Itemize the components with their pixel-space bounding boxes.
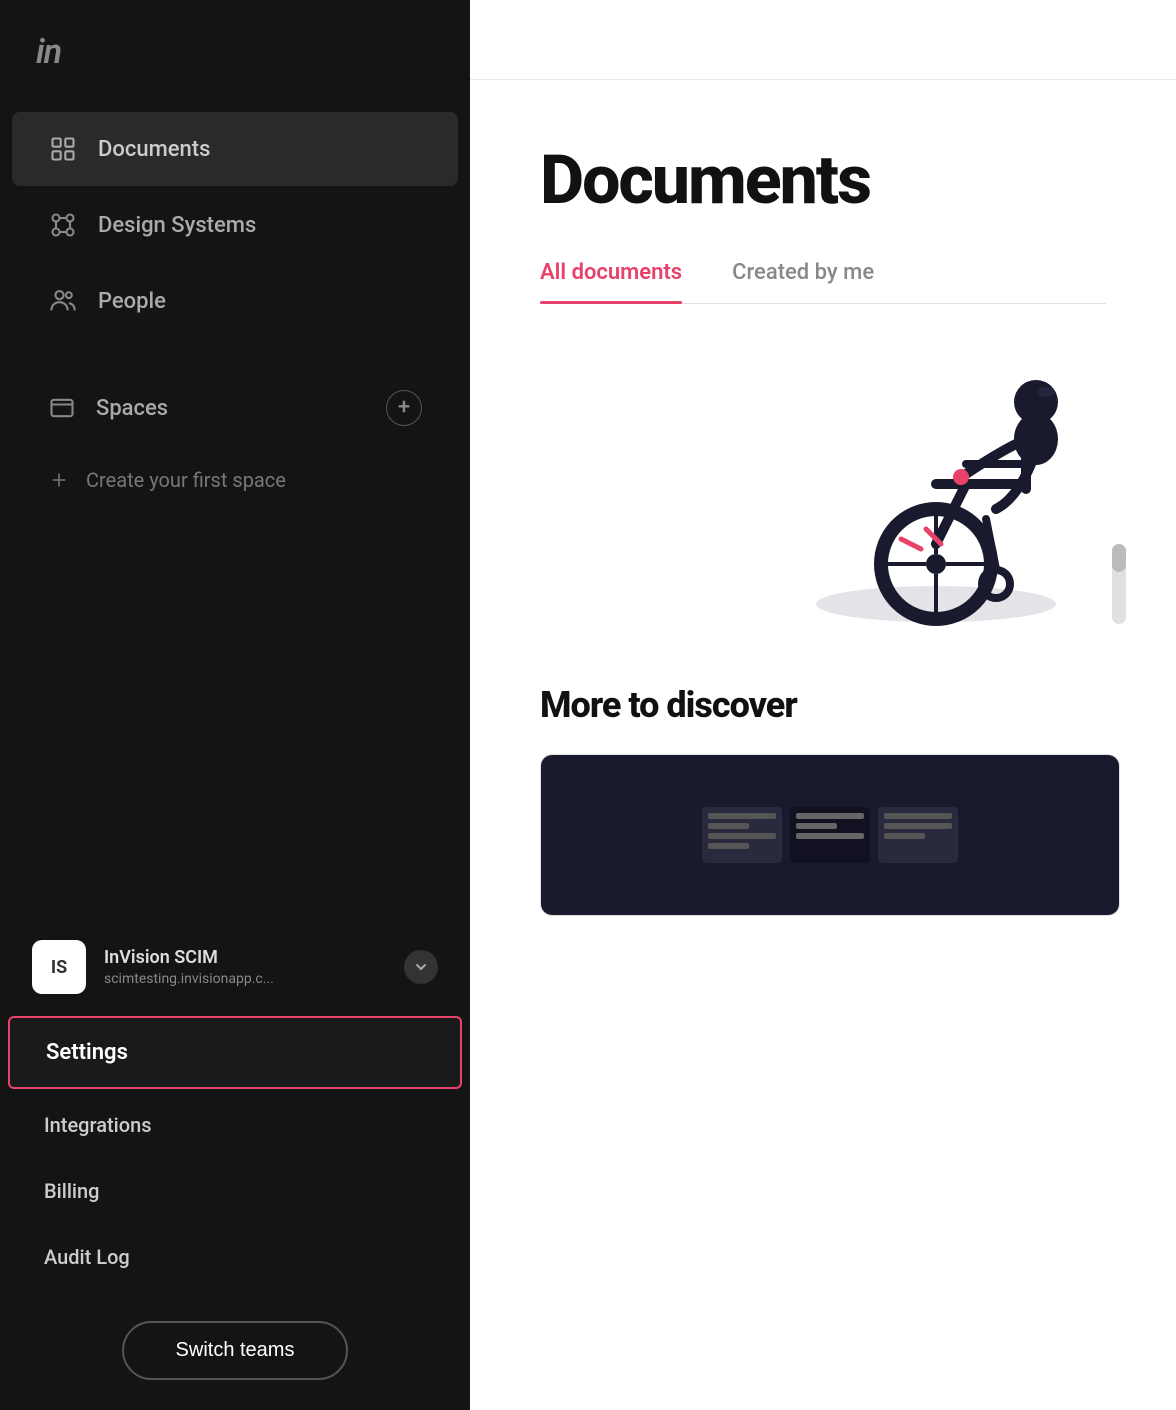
- main-content: Documents All documents Created by me: [470, 0, 1176, 1410]
- team-name: InVision SCIM: [104, 947, 386, 968]
- screen-mock-2: [790, 807, 870, 863]
- settings-menu-item[interactable]: Settings: [8, 1016, 462, 1089]
- spaces-header-left: Spaces: [48, 394, 168, 422]
- empty-state-illustration: [736, 344, 1136, 644]
- sidebar-item-documents-label: Documents: [98, 137, 210, 162]
- team-avatar: IS: [32, 940, 86, 994]
- team-url: scimtesting.invisionapp.c...: [104, 971, 386, 987]
- add-space-button[interactable]: +: [386, 390, 422, 426]
- integrations-label: Integrations: [44, 1113, 152, 1137]
- sidebar-item-documents[interactable]: Documents: [12, 112, 458, 186]
- invision-logo: in: [36, 32, 61, 72]
- audit-log-label: Audit Log: [44, 1245, 130, 1269]
- create-space-item[interactable]: Create your first space: [12, 450, 458, 510]
- main-body: Documents All documents Created by me: [470, 80, 1176, 956]
- tabs: All documents Created by me: [540, 260, 1106, 304]
- sidebar: in Documents: [0, 0, 470, 1410]
- illustration-area: [540, 344, 1136, 644]
- discover-card[interactable]: [540, 754, 1120, 916]
- documents-icon: [48, 134, 78, 164]
- create-space-label: Create your first space: [86, 468, 286, 492]
- sidebar-navigation: Documents Design Systems: [0, 100, 470, 922]
- logo-area: in: [0, 0, 470, 100]
- screen-mock-3: [878, 807, 958, 863]
- tab-created-by-me[interactable]: Created by me: [732, 260, 874, 303]
- sidebar-item-design-systems-label: Design Systems: [98, 213, 256, 238]
- spaces-header[interactable]: Spaces +: [12, 368, 458, 448]
- sidebar-item-people[interactable]: People: [12, 264, 458, 338]
- integrations-menu-item[interactable]: Integrations: [8, 1093, 462, 1157]
- page-title: Documents: [540, 140, 1106, 220]
- billing-menu-item[interactable]: Billing: [8, 1159, 462, 1223]
- sidebar-bottom: IS InVision SCIM scimtesting.invisionapp…: [0, 922, 470, 1410]
- scroll-thumb: [1112, 544, 1126, 572]
- people-icon: [48, 286, 78, 316]
- scroll-indicator[interactable]: [1112, 544, 1126, 624]
- audit-log-menu-item[interactable]: Audit Log: [8, 1225, 462, 1289]
- spaces-section: Spaces + Create your first space: [0, 368, 470, 510]
- spaces-label: Spaces: [96, 396, 168, 421]
- team-section[interactable]: IS InVision SCIM scimtesting.invisionapp…: [8, 922, 462, 1012]
- main-header: [470, 0, 1176, 80]
- team-info: InVision SCIM scimtesting.invisionapp.c.…: [104, 947, 386, 987]
- design-systems-icon: [48, 210, 78, 240]
- settings-label: Settings: [46, 1040, 128, 1065]
- discover-card-image: [541, 755, 1119, 915]
- team-dropdown-button[interactable]: [404, 950, 438, 984]
- tab-all-documents[interactable]: All documents: [540, 260, 682, 303]
- switch-teams-button[interactable]: Switch teams: [122, 1321, 349, 1380]
- more-to-discover-heading: More to discover: [540, 684, 1106, 726]
- billing-label: Billing: [44, 1179, 100, 1203]
- sidebar-item-people-label: People: [98, 289, 166, 314]
- screen-mock-1: [702, 807, 782, 863]
- sidebar-item-design-systems[interactable]: Design Systems: [12, 188, 458, 262]
